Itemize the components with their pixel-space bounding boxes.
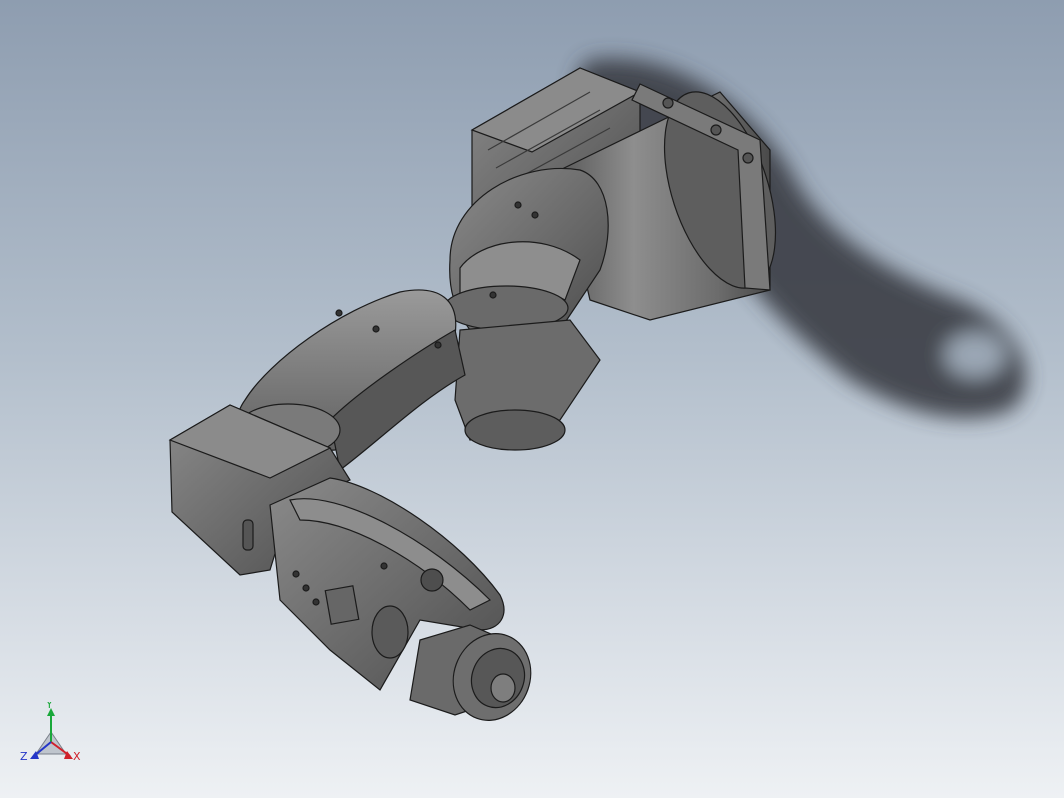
triad-y-label: Y <box>45 702 53 711</box>
shoulder-lower-link[interactable] <box>454 319 601 451</box>
reference-triad: Y X Z <box>20 702 81 763</box>
wrist-flange[interactable] <box>409 623 543 732</box>
robot-arm-model[interactable] <box>0 0 1064 798</box>
triad-x-label: X <box>73 750 81 763</box>
graphics-viewport[interactable]: Y X Z <box>0 0 1064 798</box>
triad-z-label: Z <box>20 750 28 763</box>
shoulder-joint[interactable] <box>443 167 609 331</box>
